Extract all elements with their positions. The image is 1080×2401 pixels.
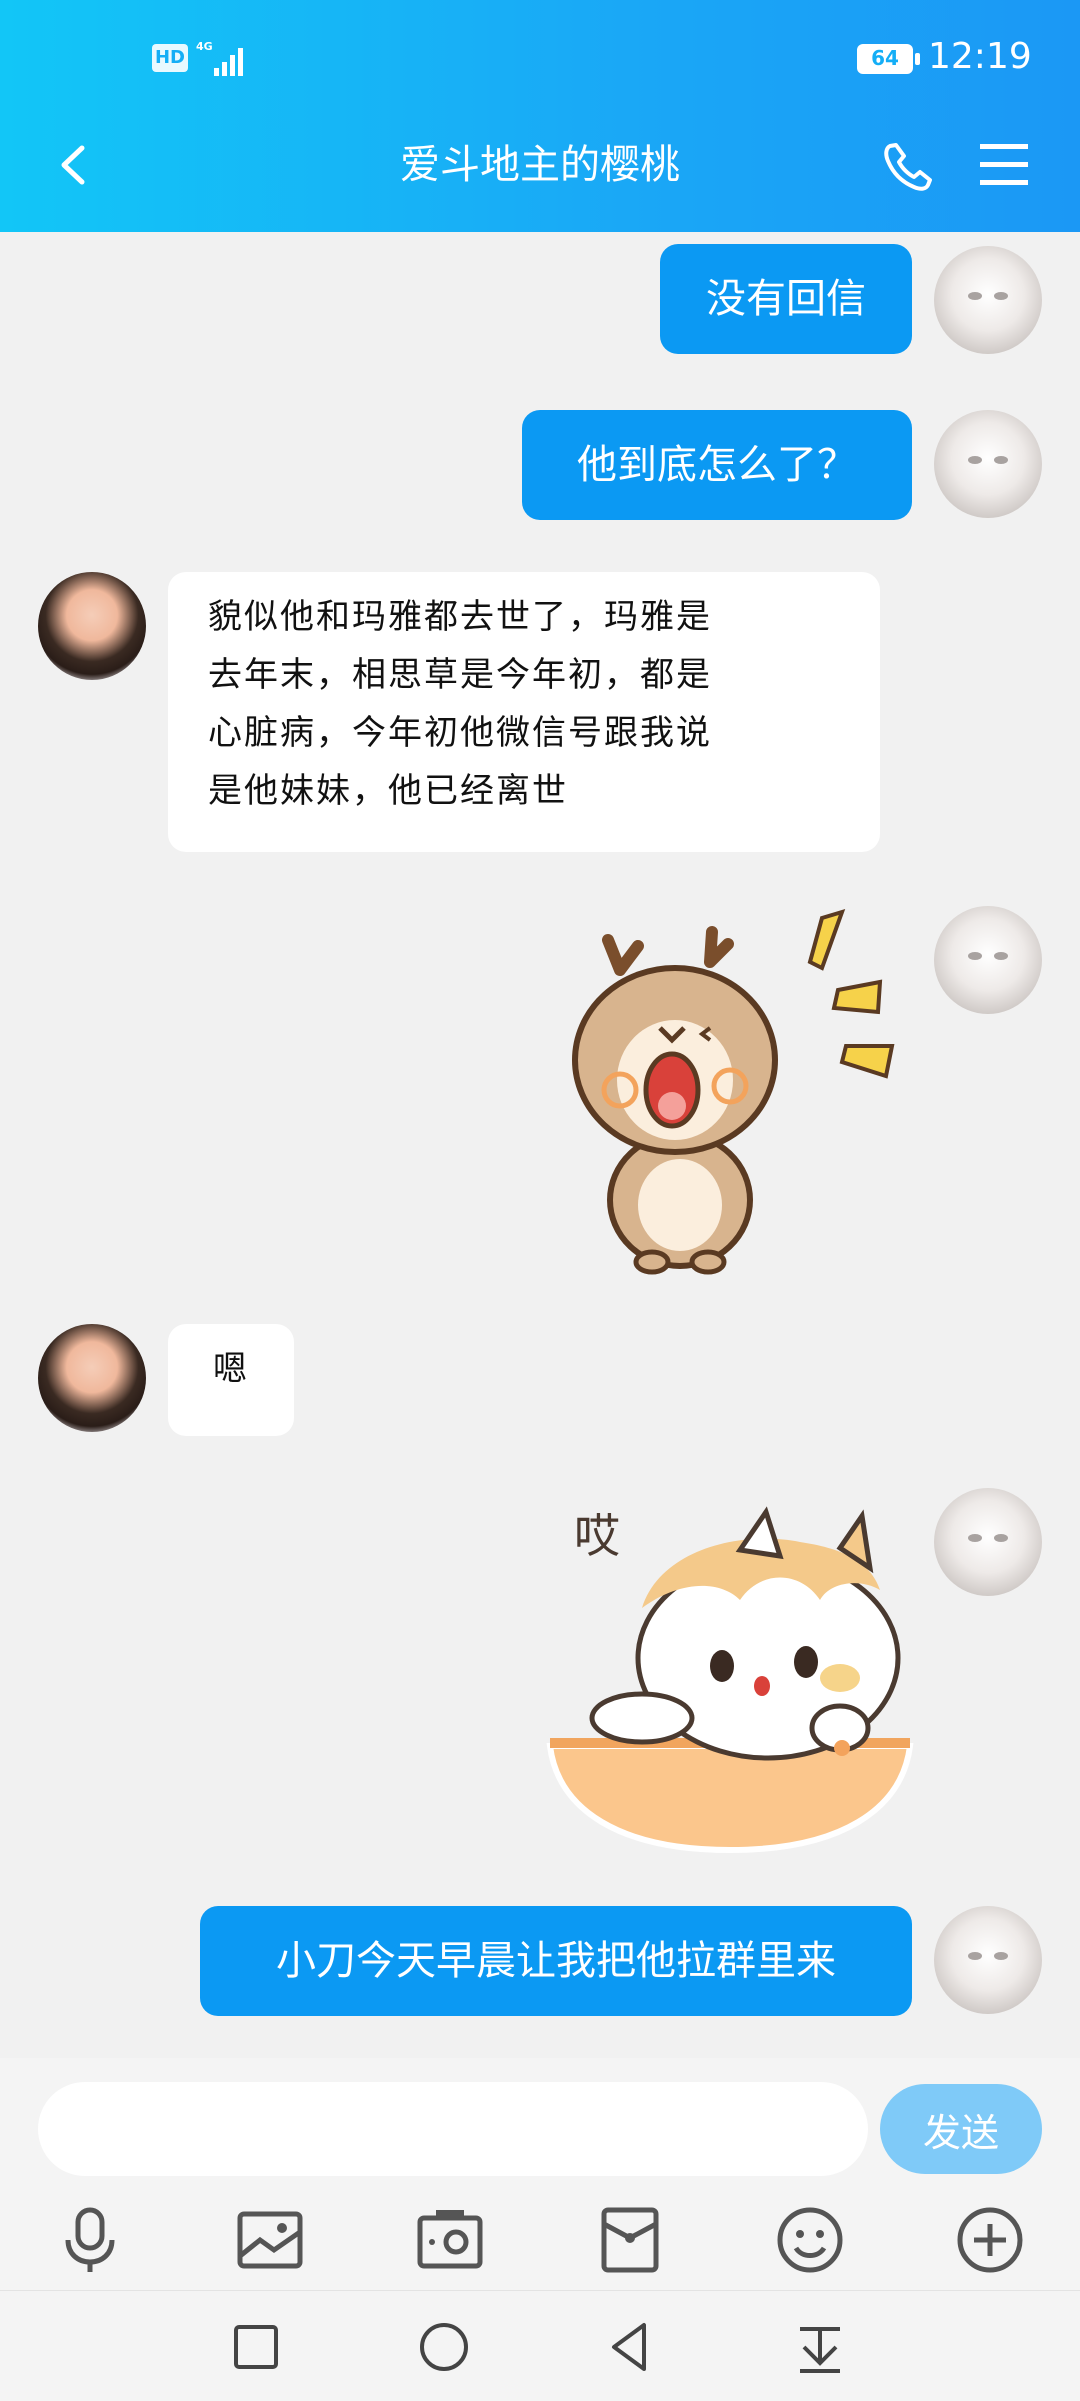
menu-icon[interactable]: [974, 134, 1034, 194]
recent-apps-icon[interactable]: [226, 2317, 286, 2377]
send-button[interactable]: 发送: [880, 2084, 1042, 2174]
clock: 12:19: [928, 36, 1032, 77]
back-nav-icon[interactable]: [602, 2317, 662, 2377]
phone-call-icon[interactable]: [876, 130, 940, 200]
contact-avatar[interactable]: [38, 1324, 146, 1432]
my-avatar[interactable]: [934, 410, 1042, 518]
image-icon[interactable]: [234, 2204, 306, 2276]
my-avatar[interactable]: [934, 1906, 1042, 2014]
message-bubble-in[interactable]: 嗯: [168, 1324, 294, 1436]
message-line: 貌似他和玛雅都去世了，玛雅是: [208, 597, 712, 637]
red-packet-icon[interactable]: [594, 2204, 666, 2276]
back-icon[interactable]: [48, 130, 104, 200]
message-bubble-out[interactable]: 小刀今天早晨让我把他拉群里来: [200, 1906, 912, 2016]
system-nav-bar: [0, 2290, 1080, 2401]
chat-title: 爱斗地主的樱桃: [400, 142, 680, 188]
network-label: 4G: [196, 40, 213, 53]
message-bubble-out[interactable]: 他到底怎么了？: [522, 410, 912, 520]
hd-icon: HD: [152, 44, 188, 72]
sticker-caption: 哎: [574, 1509, 620, 1563]
sighing-cat-sticker[interactable]: 哎: [540, 1490, 920, 1860]
contact-avatar[interactable]: [38, 572, 146, 680]
my-avatar[interactable]: [934, 1488, 1042, 1596]
battery-level: 64: [871, 46, 899, 70]
notification-dropdown-icon[interactable]: [790, 2317, 850, 2377]
signal-icon: 4G: [196, 40, 243, 76]
shocked-deer-sticker[interactable]: [560, 900, 920, 1280]
message-line: 去年末，相思草是今年初，都是: [208, 655, 712, 695]
status-bar: HD 4G 64 12:19: [0, 0, 1080, 120]
home-icon[interactable]: [414, 2317, 474, 2377]
input-bar: 发送: [0, 2058, 1080, 2290]
message-line: 心脏病，今年初他微信号跟我说: [208, 713, 712, 753]
message-line: 是他妹妹，他已经离世: [208, 771, 568, 811]
my-avatar[interactable]: [934, 246, 1042, 354]
my-avatar[interactable]: [934, 906, 1042, 1014]
message-bubble-in[interactable]: 貌似他和玛雅都去世了，玛雅是 去年末，相思草是今年初，都是 心脏病，今年初他微信…: [168, 572, 880, 852]
emoji-icon[interactable]: [774, 2204, 846, 2276]
camera-icon[interactable]: [414, 2204, 486, 2276]
microphone-icon[interactable]: [54, 2204, 126, 2276]
message-input[interactable]: [38, 2082, 868, 2176]
chat-header: HD 4G 64 12:19 爱斗地主的樱桃: [0, 0, 1080, 232]
message-bubble-out[interactable]: 没有回信: [660, 244, 912, 354]
plus-icon[interactable]: [954, 2204, 1026, 2276]
